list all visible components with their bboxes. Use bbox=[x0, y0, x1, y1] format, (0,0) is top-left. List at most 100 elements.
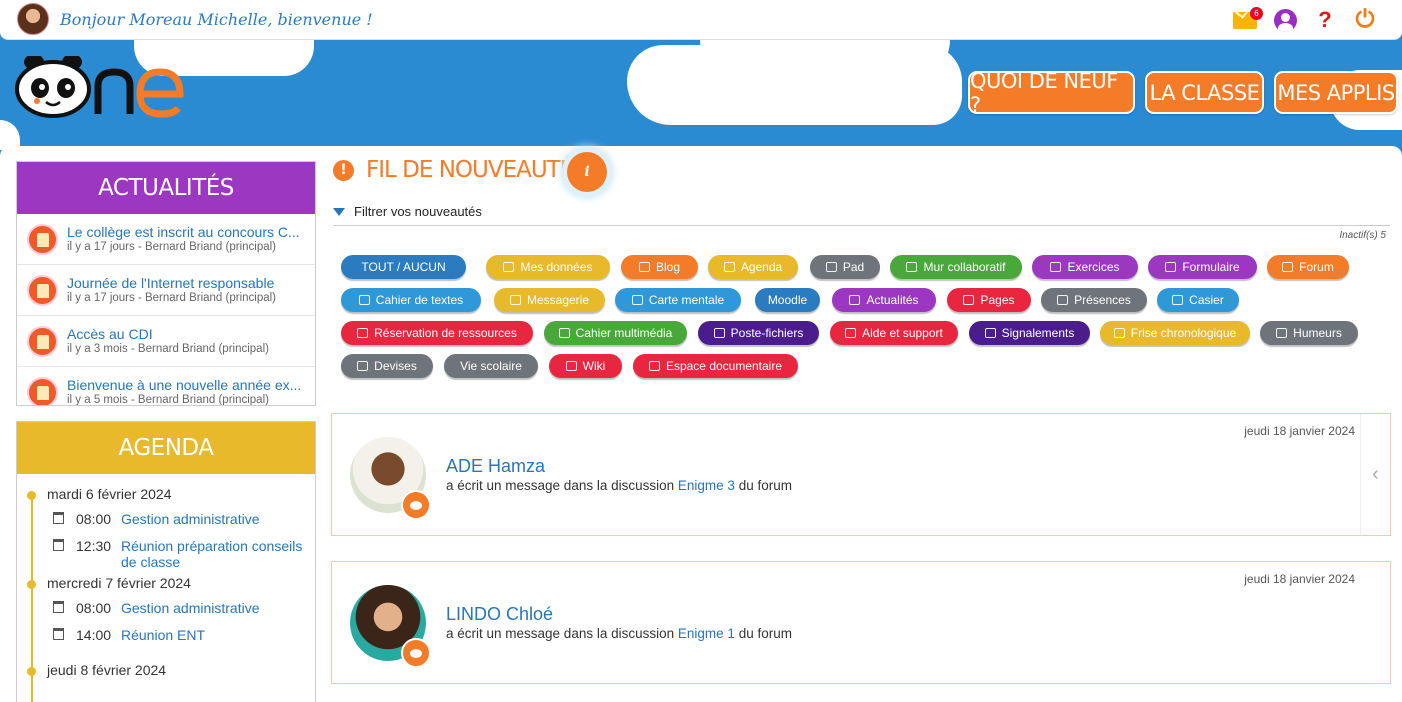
agenda-event[interactable]: 08:00 Gestion administrative bbox=[17, 511, 315, 538]
discussion-link[interactable]: Enigme 3 bbox=[678, 478, 735, 493]
event-title[interactable]: Gestion administrative bbox=[121, 600, 260, 616]
exercises-icon bbox=[1050, 262, 1062, 272]
greeting: Bonjour Moreau Michelle, bienvenue ! bbox=[60, 10, 373, 29]
news-item[interactable]: Journée de l'Internet responsable il y a… bbox=[17, 265, 315, 316]
school-icon bbox=[27, 224, 58, 255]
nav-class-button[interactable]: LA CLASSE bbox=[1145, 71, 1264, 114]
news-item[interactable]: Bienvenue à une nouvelle année ex... il … bbox=[17, 367, 315, 406]
chip-vie-scolaire[interactable]: Vie scolaire bbox=[444, 354, 538, 378]
locker-icon bbox=[1172, 295, 1184, 305]
chip-all-none[interactable]: TOUT / AUCUN bbox=[341, 255, 466, 279]
author-name[interactable]: LINDO Chloé bbox=[446, 604, 553, 625]
chip-casier[interactable]: Casier bbox=[1157, 288, 1239, 312]
support-icon bbox=[845, 328, 857, 338]
files-icon bbox=[713, 328, 725, 338]
help-icon[interactable]: ? bbox=[1312, 7, 1338, 33]
info-icon[interactable]: i bbox=[567, 152, 607, 192]
chip-formulaire[interactable]: Formulaire bbox=[1148, 255, 1257, 279]
wall-icon bbox=[906, 262, 918, 272]
decor-cloud bbox=[210, 40, 290, 60]
chip-carte-mentale[interactable]: Carte mentale bbox=[615, 288, 741, 312]
timeline-icon bbox=[1113, 328, 1125, 338]
chip-exercices[interactable]: Exercices bbox=[1032, 255, 1138, 279]
agenda-event[interactable]: 08:00 Gestion administrative bbox=[17, 600, 315, 627]
event-time: 08:00 bbox=[76, 511, 112, 527]
wiki-icon bbox=[565, 361, 577, 371]
chip-poste-fichiers[interactable]: Poste-fichiers bbox=[698, 321, 819, 345]
chip-mes-donnees[interactable]: Mes données bbox=[486, 255, 610, 279]
feed-title-text: FIL DE NOUVEAUTÉS bbox=[366, 157, 588, 183]
calendar-icon bbox=[723, 262, 735, 272]
author-name[interactable]: ADE Hamza bbox=[446, 456, 545, 477]
event-title[interactable]: Réunion préparation conseils de classe bbox=[121, 538, 302, 570]
feed-card[interactable]: jeudi 18 janvier 2024 LINDO Chloé a écri… bbox=[331, 561, 1391, 684]
news-item-meta: il y a 17 jours - Bernard Briand (princi… bbox=[67, 292, 277, 304]
feed-card[interactable]: jeudi 18 janvier 2024 ADE Hamza a écrit … bbox=[331, 413, 1391, 536]
school-icon bbox=[27, 377, 58, 405]
agenda-event[interactable]: 14:00 Réunion ENT bbox=[17, 627, 315, 660]
chip-pad[interactable]: Pad bbox=[810, 255, 880, 279]
news-item-title[interactable]: Accès au CDI bbox=[67, 326, 307, 342]
chip-pages[interactable]: Pages bbox=[947, 288, 1031, 312]
chip-agenda[interactable]: Agenda bbox=[708, 255, 798, 279]
chevron-left-icon[interactable]: ‹ bbox=[1360, 414, 1390, 535]
chip-reservation[interactable]: Réservation de ressources bbox=[341, 321, 533, 345]
news-item[interactable]: Le collège est inscrit au concours C... … bbox=[17, 214, 315, 265]
news-item-meta: il y a 17 jours - Bernard Briand (princi… bbox=[67, 241, 277, 253]
calendar-icon bbox=[53, 539, 64, 551]
chip-signalements[interactable]: Signalements bbox=[969, 321, 1090, 345]
agenda-day: mardi 6 février 2024 bbox=[17, 484, 315, 511]
one-logo[interactable] bbox=[14, 56, 184, 118]
chip-forum[interactable]: Forum bbox=[1267, 255, 1349, 279]
news-item-meta: il y a 5 mois - Bernard Briand (principa… bbox=[67, 394, 269, 406]
chip-frise-chronologique[interactable]: Frise chronologique bbox=[1100, 321, 1250, 345]
profile-button[interactable] bbox=[1272, 7, 1298, 33]
filter-toggle[interactable]: Filtrer vos nouveautés bbox=[333, 204, 482, 219]
school-icon bbox=[27, 275, 58, 306]
nav-whats-new-button[interactable]: QUOI DE NEUF ? bbox=[968, 69, 1135, 117]
chip-blog[interactable]: Blog bbox=[621, 255, 698, 279]
messages-button[interactable]: 6 bbox=[1232, 6, 1263, 33]
notebook-icon bbox=[358, 295, 370, 305]
news-item[interactable]: Accès au CDI il y a 3 mois - Bernard Bri… bbox=[17, 316, 315, 367]
chip-espace-documentaire[interactable]: Espace documentaire bbox=[633, 354, 798, 378]
forum-badge-icon bbox=[401, 638, 431, 668]
feed-card-date: jeudi 18 janvier 2024 bbox=[1244, 424, 1355, 438]
mail-icon: 6 bbox=[1233, 6, 1263, 29]
discussion-link[interactable]: Enigme 1 bbox=[678, 626, 735, 641]
nav-apps-button[interactable]: MES APPLIS bbox=[1274, 71, 1398, 114]
chip-presences[interactable]: Présences bbox=[1041, 288, 1147, 312]
news-item-title[interactable]: Bienvenue à une nouvelle année ex... bbox=[67, 377, 307, 393]
calendar-icon bbox=[53, 601, 64, 613]
chip-mur-collaboratif[interactable]: Mur collaboratif bbox=[890, 255, 1022, 279]
news-icon bbox=[849, 295, 861, 305]
news-widget-title: ACTUALITÉS bbox=[17, 162, 315, 214]
chip-actualites[interactable]: Actualités bbox=[832, 288, 936, 312]
event-title[interactable]: Gestion administrative bbox=[121, 511, 260, 527]
chip-cahier-multimedia[interactable]: Cahier multimédia bbox=[544, 321, 687, 345]
feed-card-text: a écrit un message dans la discussion En… bbox=[446, 626, 792, 641]
chip-wiki[interactable]: Wiki bbox=[549, 354, 622, 378]
chip-messagerie[interactable]: Messagerie bbox=[494, 288, 605, 312]
mail-icon bbox=[509, 295, 521, 305]
alert-icon: ! bbox=[333, 159, 354, 181]
chip-aide-support[interactable]: Aide et support bbox=[830, 321, 958, 345]
event-title[interactable]: Réunion ENT bbox=[121, 627, 205, 643]
news-item-title[interactable]: Journée de l'Internet responsable bbox=[67, 275, 307, 291]
news-item-title[interactable]: Le collège est inscrit au concours C... bbox=[67, 224, 307, 240]
document-icon bbox=[503, 262, 515, 272]
agenda-event[interactable]: 12:30 Réunion préparation conseils de cl… bbox=[17, 538, 315, 573]
chip-humeurs[interactable]: Humeurs bbox=[1260, 321, 1358, 345]
feed-title: ! FIL DE NOUVEAUTÉS bbox=[333, 157, 588, 183]
gear-icon bbox=[984, 328, 996, 338]
filter-label: Filtrer vos nouveautés bbox=[354, 204, 482, 219]
user-avatar[interactable] bbox=[17, 3, 49, 35]
logout-power-icon[interactable]: ⏻ bbox=[1352, 6, 1378, 33]
agenda-widget: AGENDA mardi 6 février 2024 08:00 Gestio… bbox=[16, 421, 316, 702]
mail-count-badge: 6 bbox=[1250, 6, 1263, 20]
chip-moodle[interactable]: Moodle bbox=[755, 288, 820, 312]
attendance-icon bbox=[1057, 295, 1069, 305]
agenda-day: jeudi 8 février 2024 bbox=[17, 660, 315, 687]
chip-devises[interactable]: Devises bbox=[341, 354, 433, 378]
chip-cahier-de-textes[interactable]: Cahier de textes bbox=[341, 288, 481, 312]
